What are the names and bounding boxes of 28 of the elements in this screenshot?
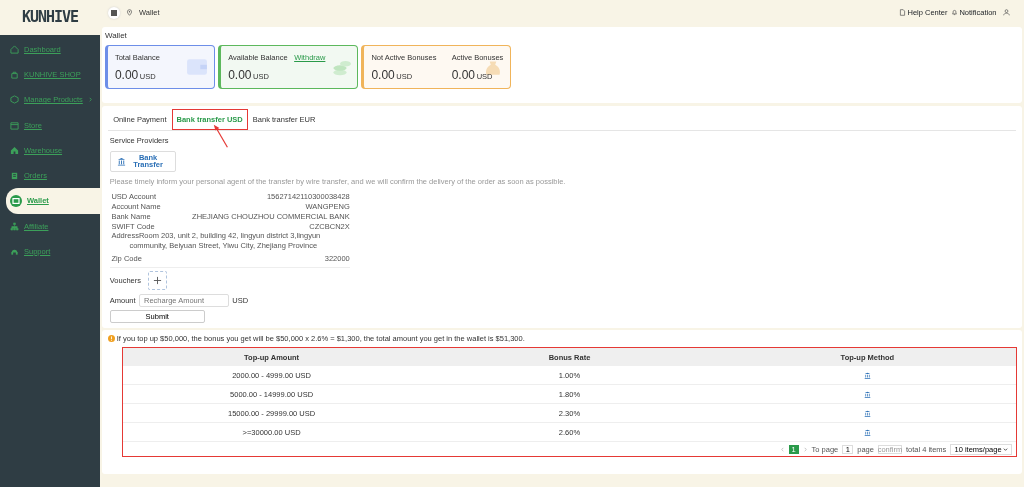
balance-amount: 0.00 [451, 67, 476, 85]
bank-icon [116, 156, 126, 166]
page-title: Wallet [104, 29, 128, 42]
warning-icon [108, 334, 116, 342]
location-pin-icon [126, 9, 133, 16]
balance-amount: 0.00 [371, 67, 395, 85]
wallet-icon [10, 195, 22, 208]
bank-icon[interactable] [863, 391, 871, 399]
home-icon [10, 44, 19, 54]
bank-icon[interactable] [863, 372, 871, 380]
annotation-arrow [213, 124, 230, 149]
user-icon[interactable] [1002, 9, 1010, 16]
hierarchy-icon [10, 221, 19, 231]
bank-icon[interactable] [863, 429, 871, 437]
plus-icon [152, 276, 162, 286]
upload-button[interactable] [147, 271, 167, 291]
bag-icon [10, 70, 19, 80]
bank-icon[interactable] [863, 410, 871, 418]
balance-amount: 0.00 [228, 67, 252, 85]
chevron-icon [87, 97, 93, 103]
document-icon [898, 9, 906, 16]
store-icon [10, 120, 19, 130]
menu-button[interactable] [108, 6, 120, 19]
clipboard-icon [10, 171, 19, 181]
caret-icon [1003, 446, 1009, 452]
house-icon [10, 145, 19, 155]
bell-icon [950, 9, 958, 16]
balance-amount: 0.00 [114, 67, 139, 85]
